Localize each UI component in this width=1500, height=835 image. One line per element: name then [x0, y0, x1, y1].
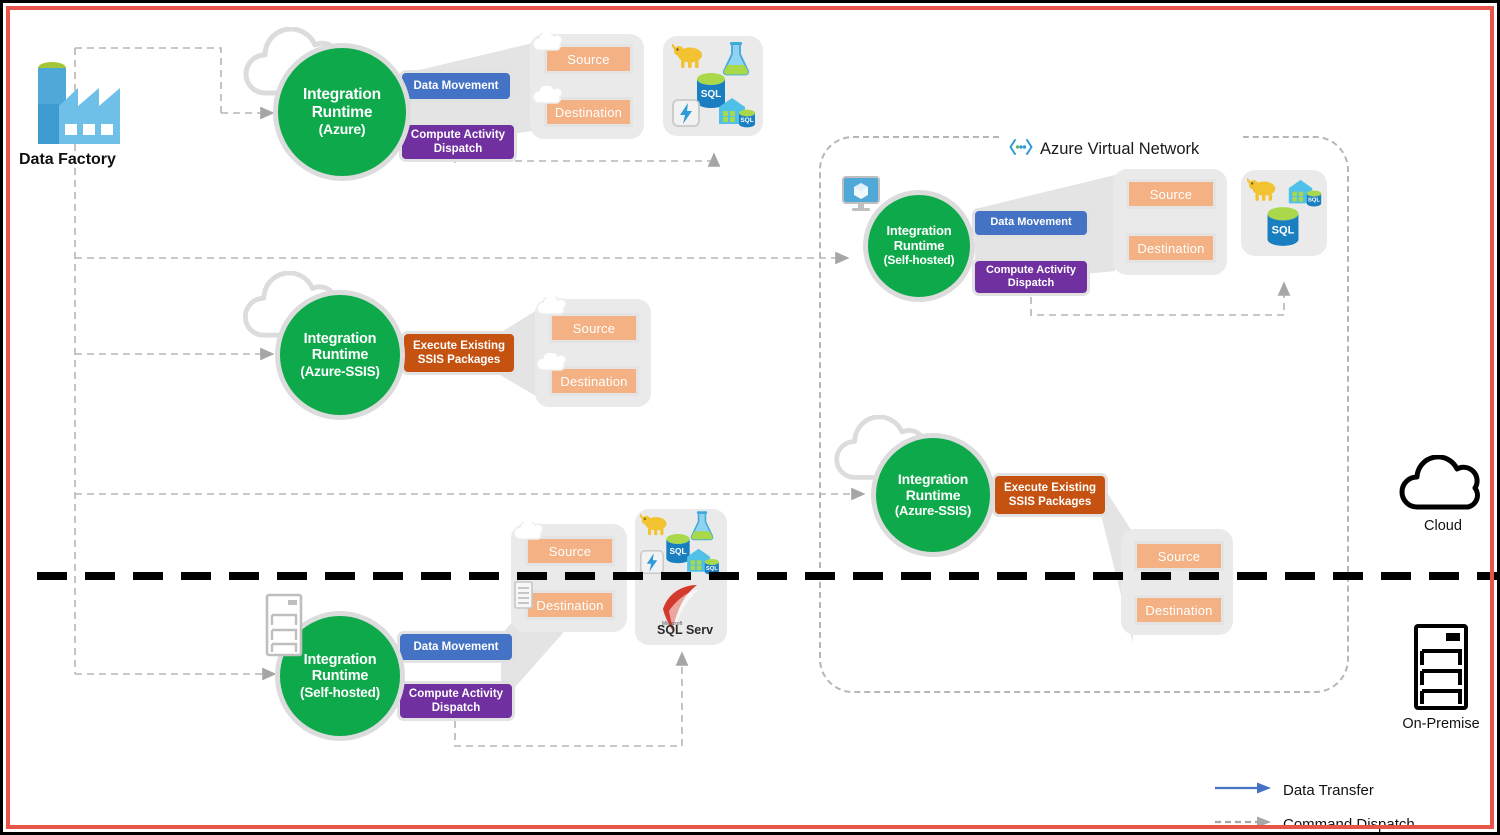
diagram-canvas: Data Factory Azure Virtual Network Integ… [0, 0, 1500, 835]
cloud-onpremise-divider [37, 572, 1497, 580]
